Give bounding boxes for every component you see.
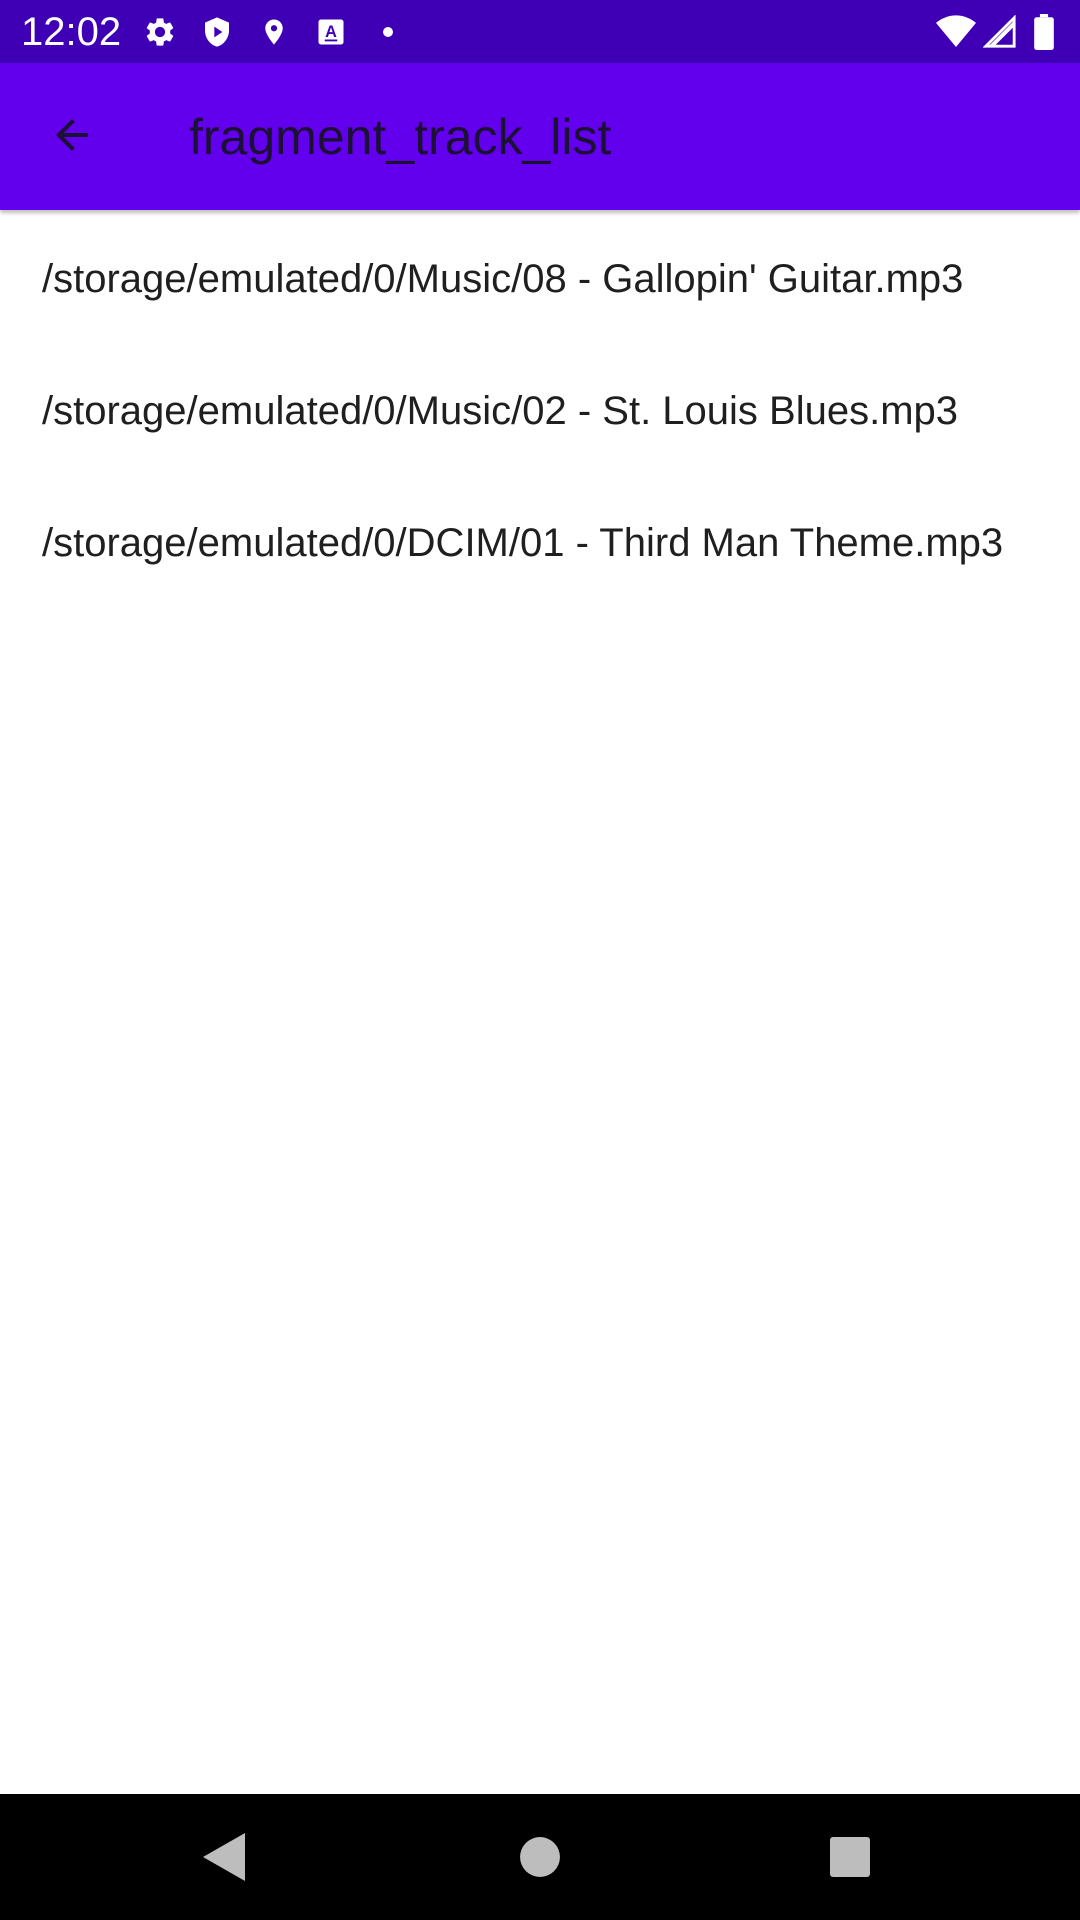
svg-text:A: A xyxy=(325,23,337,41)
cellular-signal-icon xyxy=(980,12,1020,52)
nav-home-button[interactable] xyxy=(500,1817,580,1897)
battery-icon xyxy=(1024,12,1064,52)
status-system-icons xyxy=(932,12,1064,52)
settings-gear-icon xyxy=(140,12,180,52)
nav-back-button[interactable] xyxy=(185,1817,265,1897)
app-bar: fragment_track_list xyxy=(0,63,1080,210)
track-list-item[interactable]: /storage/emulated/0/Music/02 - St. Louis… xyxy=(0,345,1080,477)
keyboard-a-icon: A xyxy=(311,12,351,52)
shield-icon xyxy=(197,12,237,52)
status-bar: 12:02 A xyxy=(0,0,1080,63)
back-triangle-icon xyxy=(203,1833,245,1881)
arrow-back-icon xyxy=(56,119,88,151)
track-list: /storage/emulated/0/Music/08 - Gallopin'… xyxy=(0,213,1080,609)
recents-square-icon xyxy=(830,1837,870,1877)
home-circle-icon xyxy=(520,1837,560,1877)
status-notification-icons: A xyxy=(140,12,425,52)
location-pin-icon xyxy=(254,12,294,52)
navigation-bar xyxy=(0,1794,1080,1920)
screen: 12:02 A fragment_track_list /storage/emu… xyxy=(0,0,1080,1920)
page-title: fragment_track_list xyxy=(189,109,612,165)
dot-icon xyxy=(368,12,408,52)
track-list-item[interactable]: /storage/emulated/0/Music/08 - Gallopin'… xyxy=(0,213,1080,345)
back-button[interactable] xyxy=(30,93,114,177)
nav-recents-button[interactable] xyxy=(810,1817,890,1897)
status-time: 12:02 xyxy=(21,10,122,54)
wifi-icon xyxy=(936,12,976,52)
track-list-item[interactable]: /storage/emulated/0/DCIM/01 - Third Man … xyxy=(0,477,1080,609)
